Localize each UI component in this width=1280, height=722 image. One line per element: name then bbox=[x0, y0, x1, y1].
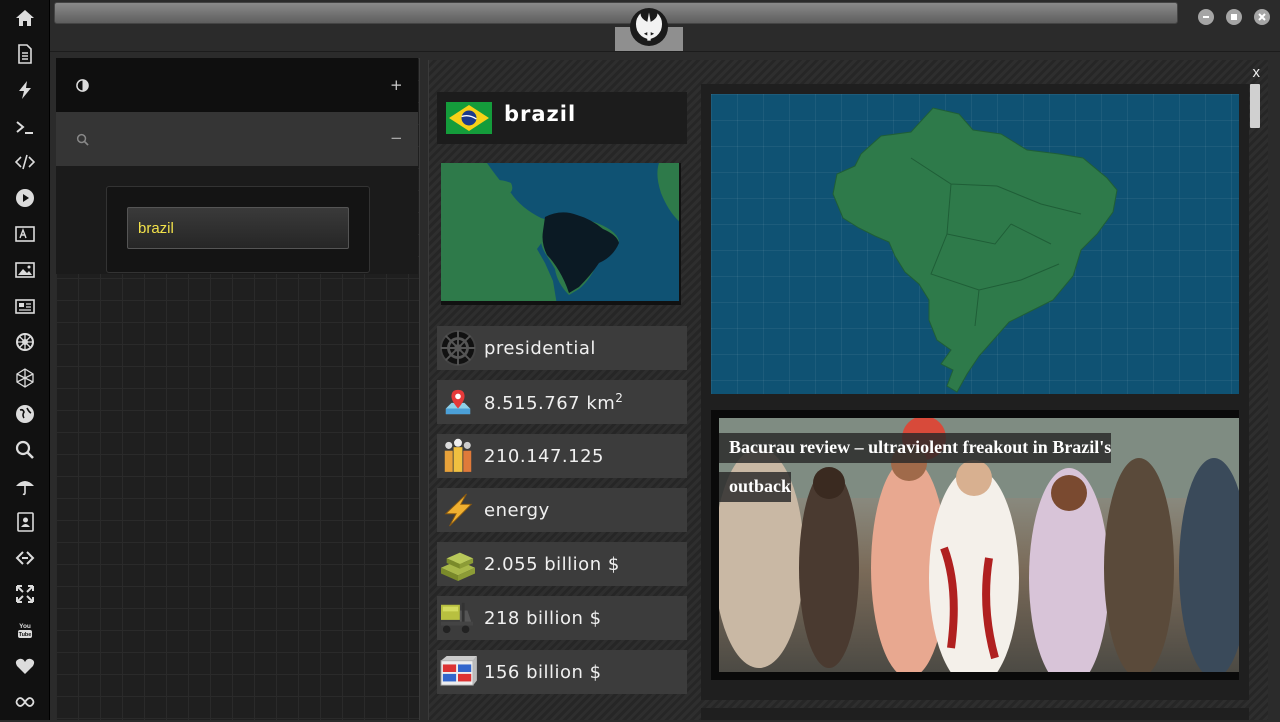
heart-icon[interactable] bbox=[13, 654, 37, 678]
brazil-flag-icon bbox=[446, 102, 492, 134]
population-value: 210.147.125 bbox=[484, 445, 605, 467]
country-name: brazil bbox=[504, 102, 577, 126]
country-map-panel bbox=[701, 84, 1249, 404]
contrast-icon[interactable] bbox=[76, 79, 89, 92]
umbrella-icon[interactable] bbox=[13, 474, 37, 498]
scrollbar-thumb[interactable] bbox=[1250, 84, 1260, 128]
search-icon[interactable] bbox=[13, 438, 37, 462]
government-fact: presidential bbox=[437, 326, 687, 370]
boxes-icon bbox=[437, 650, 479, 694]
x-icon bbox=[1258, 13, 1266, 21]
panel-search-bar: − bbox=[56, 112, 418, 166]
news-headline[interactable]: Bacurau review – ultraviolent freakout i… bbox=[719, 428, 1139, 506]
area-value: 8.515.767 km2 bbox=[484, 390, 624, 414]
lightning-icon[interactable] bbox=[13, 78, 37, 102]
imports-fact: 156 billion $ bbox=[437, 650, 687, 694]
news-card[interactable]: Bacurau review – ultraviolent freakout i… bbox=[711, 410, 1239, 680]
bottom-strip bbox=[701, 708, 1249, 720]
svg-text:You: You bbox=[19, 623, 31, 630]
play-icon[interactable] bbox=[13, 186, 37, 210]
location-mini-map bbox=[441, 163, 681, 305]
close-button[interactable] bbox=[1254, 9, 1270, 25]
lightning-icon bbox=[437, 488, 479, 532]
home-icon[interactable] bbox=[13, 6, 37, 30]
rebel-alliance-logo-icon bbox=[630, 8, 668, 46]
image-icon[interactable] bbox=[13, 258, 37, 282]
news-icon[interactable] bbox=[13, 294, 37, 318]
terminal-icon[interactable] bbox=[13, 115, 37, 139]
square-icon bbox=[1231, 14, 1237, 20]
translate-icon[interactable] bbox=[13, 222, 37, 246]
contacts-icon[interactable] bbox=[13, 510, 37, 534]
forklift-icon bbox=[437, 596, 479, 640]
search-box-area bbox=[56, 166, 418, 274]
sector-fact: energy bbox=[437, 488, 687, 532]
collapse-button[interactable]: − bbox=[390, 129, 403, 147]
minus-icon bbox=[1203, 16, 1209, 18]
expand-button[interactable]: + bbox=[390, 76, 403, 94]
infinity-icon[interactable] bbox=[13, 690, 37, 714]
gdp-value: 2.055 billion $ bbox=[484, 553, 620, 575]
crystal-icon[interactable] bbox=[13, 366, 37, 390]
imports-value: 156 billion $ bbox=[484, 661, 602, 683]
sector-value: energy bbox=[484, 499, 550, 521]
news-panel: Bacurau review – ultraviolent freakout i… bbox=[701, 404, 1249, 700]
population-icon bbox=[437, 434, 479, 478]
panel-header: + bbox=[56, 58, 418, 112]
country-search-input[interactable] bbox=[127, 207, 349, 249]
news-photo: Bacurau review – ultraviolent freakout i… bbox=[719, 418, 1239, 672]
maximize-button[interactable] bbox=[1226, 9, 1242, 25]
close-details-button[interactable]: x bbox=[1253, 64, 1261, 81]
svg-text:Tube: Tube bbox=[19, 632, 32, 638]
fullscreen-icon[interactable] bbox=[13, 582, 37, 606]
link-icon[interactable] bbox=[13, 546, 37, 570]
empire-icon bbox=[437, 326, 479, 370]
exports-fact: 218 billion $ bbox=[437, 596, 687, 640]
document-icon[interactable] bbox=[13, 42, 37, 66]
code-icon[interactable] bbox=[13, 150, 37, 174]
money-stack-icon bbox=[437, 542, 479, 586]
search-panel: + − bbox=[56, 58, 420, 720]
globe-icon[interactable] bbox=[13, 402, 37, 426]
government-type: presidential bbox=[484, 337, 596, 359]
area-fact: 8.515.767 km2 bbox=[437, 380, 687, 424]
minimize-button[interactable] bbox=[1198, 9, 1214, 25]
map-pin-icon bbox=[437, 380, 479, 424]
exports-value: 218 billion $ bbox=[484, 607, 602, 629]
gdp-fact: 2.055 billion $ bbox=[437, 542, 687, 586]
country-details-window: x brazil presidential 8.515.767 km2 210.… bbox=[428, 60, 1268, 720]
scrollbar[interactable] bbox=[1248, 82, 1262, 722]
app-sidebar: You Tube bbox=[0, 0, 50, 720]
country-map[interactable] bbox=[711, 94, 1239, 394]
population-fact: 210.147.125 bbox=[437, 434, 687, 478]
search-card bbox=[106, 186, 370, 273]
search-icon[interactable] bbox=[76, 133, 89, 146]
youtube-icon[interactable]: You Tube bbox=[13, 618, 37, 642]
top-bar bbox=[50, 0, 1280, 52]
country-header: brazil bbox=[437, 92, 687, 144]
address-bar[interactable] bbox=[54, 2, 1178, 24]
empire-icon[interactable] bbox=[13, 330, 37, 354]
